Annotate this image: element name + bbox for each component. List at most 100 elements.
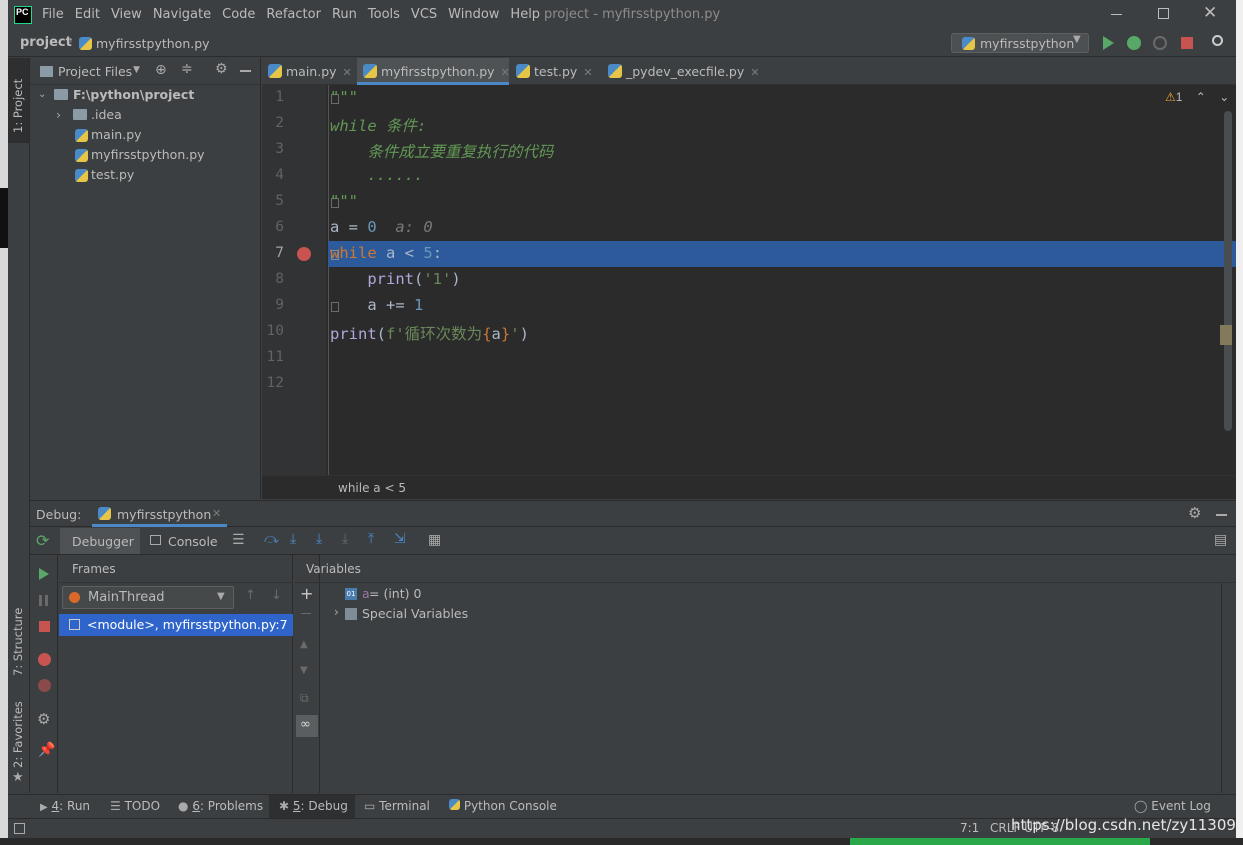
breadcrumb-file[interactable]: myfirsstpython.py xyxy=(96,36,210,51)
chevron-down-icon: ▼ xyxy=(1073,34,1081,45)
show-execution-point-icon[interactable]: ☰ xyxy=(232,532,245,548)
close-tab-icon[interactable]: ✕ xyxy=(343,66,352,79)
minimize-icon[interactable] xyxy=(1111,14,1122,15)
todo-tool-tab[interactable]: ☰ TODO xyxy=(110,799,160,813)
tab-debugger[interactable]: Debugger xyxy=(60,528,140,554)
line-number: 9 xyxy=(275,297,284,313)
copy-icon[interactable]: ⧉ xyxy=(300,691,309,706)
previous-highlight-icon[interactable]: ⌃ xyxy=(1196,90,1206,104)
hide-panel-icon[interactable] xyxy=(1216,514,1227,516)
project-view-select[interactable]: Project Files xyxy=(58,64,132,79)
close-tab-icon[interactable]: ✕ xyxy=(583,66,592,79)
collapse-all-icon[interactable]: ≑ xyxy=(181,61,193,77)
step-out-icon[interactable]: ⤒ xyxy=(368,531,374,547)
toggle-tool-windows-icon[interactable] xyxy=(14,823,25,834)
tab-main-py[interactable]: main.py ✕ xyxy=(262,58,356,85)
step-into-my-code-icon[interactable]: ⤓ xyxy=(316,531,322,547)
menu-run[interactable]: Run xyxy=(332,7,357,22)
rerun-icon[interactable]: ⟳ xyxy=(36,531,49,550)
expand-arrow-icon[interactable]: › xyxy=(334,605,339,619)
show-watches-toggle[interactable]: ∞ xyxy=(296,715,318,737)
run-icon[interactable] xyxy=(1103,36,1114,50)
favorites-tool-tab[interactable]: 2: Favorites xyxy=(11,701,25,768)
tab-pydev-execfile-py[interactable]: _pydev_execfile.py ✕ xyxy=(602,58,762,85)
menu-help[interactable]: Help xyxy=(510,7,540,22)
python-file-icon xyxy=(75,169,88,182)
menu-tools[interactable]: Tools xyxy=(368,7,400,22)
mute-breakpoints-icon[interactable] xyxy=(38,679,51,692)
tab-test-py[interactable]: test.py ✕ xyxy=(510,58,602,85)
previous-frame-icon[interactable]: ↑ xyxy=(245,588,256,603)
project-tool-tab[interactable]: 1: Project xyxy=(8,58,29,143)
maximize-icon[interactable] xyxy=(1158,8,1169,19)
thread-select[interactable]: MainThread ▼ xyxy=(62,586,234,609)
next-frame-icon[interactable]: ↓ xyxy=(271,588,282,603)
next-highlight-icon[interactable]: ⌄ xyxy=(1219,90,1229,104)
chevron-down-icon[interactable]: ▼ xyxy=(133,65,140,75)
debug-action-strip: ⚙ 📌 xyxy=(30,555,58,793)
inspection-widget[interactable]: ⚠1 ⌃ ⌄ xyxy=(1165,90,1229,104)
debug-session-tab[interactable]: myfirsstpython ✕ xyxy=(92,501,227,527)
frame-row-selected[interactable]: <module>, myfirsstpython.py:7 xyxy=(59,614,293,636)
terminal-tool-tab[interactable]: ▭ Terminal xyxy=(364,799,430,813)
stop-icon[interactable] xyxy=(1181,37,1193,49)
hide-panel-icon[interactable] xyxy=(240,70,251,72)
step-into-icon[interactable]: ⤓ xyxy=(290,531,296,547)
menu-view[interactable]: View xyxy=(111,7,142,22)
editor-scrollbar[interactable] xyxy=(1224,111,1232,431)
gear-icon[interactable]: ⚙ xyxy=(37,710,50,728)
current-line-highlight xyxy=(328,241,1236,267)
evaluate-expression-icon[interactable]: ▦ xyxy=(428,532,441,548)
menu-navigate[interactable]: Navigate xyxy=(153,7,211,22)
gear-icon[interactable]: ⚙ xyxy=(215,61,228,77)
debug-tool-tab[interactable]: ✱ 5: Debug xyxy=(279,799,348,813)
step-over-icon[interactable]: ⤼ xyxy=(264,531,279,547)
menu-refactor[interactable]: Refactor xyxy=(266,7,321,22)
variables-scrollbar-track xyxy=(1221,583,1235,793)
close-tab-icon[interactable]: ✕ xyxy=(750,66,759,79)
variable-row-a[interactable]: 01 a = (int) 0 xyxy=(321,585,1221,605)
menu-window[interactable]: Window xyxy=(448,7,499,22)
new-watch-icon[interactable]: + xyxy=(300,584,313,603)
problems-tool-tab[interactable]: ● 6: Problems xyxy=(178,799,263,813)
code-editor[interactable]: 1 2 3 4 5 6 7 8 9 10 11 12 """ while 条件:… xyxy=(262,85,1236,475)
breakpoint-icon[interactable] xyxy=(297,247,311,261)
pin-icon[interactable]: 📌 xyxy=(38,742,55,758)
event-log-tool-tab[interactable]: ◯ Event Log xyxy=(1134,799,1211,813)
gutter-separator xyxy=(328,85,329,475)
tab-myfirsstpython-py[interactable]: myfirsstpython.py ✕ xyxy=(357,58,510,85)
thread-suspended-icon xyxy=(69,592,80,603)
stop-icon[interactable] xyxy=(39,621,50,632)
structure-tool-tab[interactable]: 7: Structure xyxy=(11,608,25,676)
close-tab-icon[interactable]: ✕ xyxy=(501,66,510,79)
close-icon[interactable]: ✕ xyxy=(1203,3,1217,23)
run-tool-tab[interactable]: ▶ 4: Run xyxy=(40,799,90,813)
pause-icon[interactable] xyxy=(39,595,42,606)
layout-settings-icon[interactable]: ▤ xyxy=(1214,532,1227,548)
menu-code[interactable]: Code xyxy=(222,7,255,22)
move-up-icon[interactable]: ▲ xyxy=(300,639,308,650)
tab-console[interactable]: Console xyxy=(148,528,234,554)
coverage-icon[interactable] xyxy=(1153,36,1167,50)
menu-file[interactable]: File xyxy=(42,7,64,22)
run-config-select[interactable]: myfirsstpython ▼ xyxy=(951,33,1089,53)
gear-icon[interactable]: ⚙ xyxy=(1188,504,1201,522)
force-step-into-icon[interactable]: ⤓ xyxy=(342,531,348,547)
variable-row-special[interactable]: › Special Variables xyxy=(321,605,1221,625)
resume-icon[interactable] xyxy=(39,568,49,580)
run-to-cursor-icon[interactable]: ⇲ xyxy=(394,531,406,547)
debug-bug-icon[interactable] xyxy=(1127,36,1141,50)
remove-watch-icon[interactable] xyxy=(301,613,311,614)
breadcrumb-project[interactable]: project xyxy=(20,35,72,50)
close-tab-icon[interactable]: ✕ xyxy=(212,507,221,520)
menu-vcs[interactable]: VCS xyxy=(411,7,437,22)
search-icon[interactable] xyxy=(1212,35,1223,46)
locate-icon[interactable]: ⊕ xyxy=(155,62,167,78)
variable-value: = (int) 0 xyxy=(369,586,422,601)
python-console-tool-tab[interactable]: Python Console xyxy=(449,799,557,813)
move-down-icon[interactable]: ▼ xyxy=(300,665,308,676)
editor-breadcrumb[interactable]: while a < 5 xyxy=(338,481,406,495)
view-breakpoints-icon[interactable] xyxy=(38,653,51,666)
caret-position[interactable]: 7:1 xyxy=(960,821,979,835)
menu-edit[interactable]: Edit xyxy=(75,7,100,22)
